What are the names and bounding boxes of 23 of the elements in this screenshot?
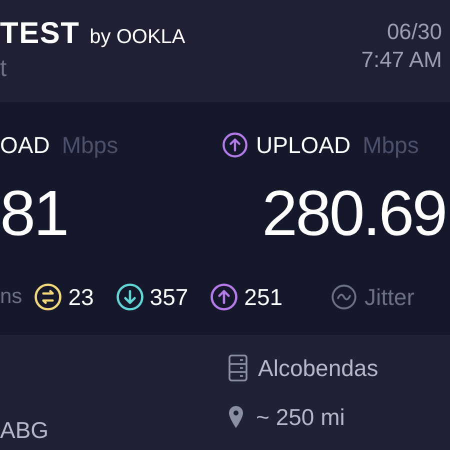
logo-byline: by OOKLA	[90, 25, 186, 50]
provider-name: ABG	[0, 416, 50, 445]
speed-value: 81	[0, 176, 68, 251]
server-icon	[228, 354, 248, 382]
server-name: Alcobendas	[258, 354, 378, 383]
swap-arrows-icon	[34, 283, 62, 311]
server-distance: ~ 250 mi	[256, 402, 345, 432]
subtitle: t	[0, 54, 8, 84]
ping-unit: ns	[0, 284, 22, 310]
result-label: OAD	[0, 130, 50, 160]
ping-value: 251	[244, 282, 283, 312]
test-time: 7:47 AM	[361, 46, 442, 74]
ping-value: 357	[150, 282, 188, 312]
test-date: 06/30	[386, 18, 442, 46]
result-label: UPLOAD	[256, 130, 351, 160]
ping-value: 23	[68, 282, 94, 312]
logo-text: TEST	[0, 18, 80, 50]
jitter-label: Jitter	[364, 282, 414, 312]
unit-label: Mbps	[62, 130, 118, 160]
wave-icon	[330, 284, 357, 310]
location-pin-icon	[228, 404, 244, 429]
speed-value: 280.69	[261, 176, 447, 251]
unit-label: Mbps	[362, 130, 419, 160]
